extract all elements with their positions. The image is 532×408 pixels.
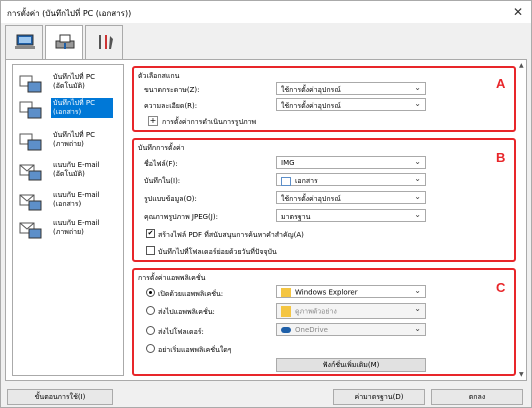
content-panel: บันทึกไปที่ PC (อัตโนมัติ) บันทึกไปที่ P… — [5, 59, 527, 381]
sidebar-item-label: แนบกับ E-mail (เอกสาร) — [53, 191, 100, 208]
filename-value: IMG — [281, 159, 295, 167]
tab-scan-from-operation-panel[interactable] — [45, 25, 83, 60]
paper-size-value: ใช้การตั้งค่าอุปกรณ์ — [281, 86, 341, 94]
scroll-down-icon[interactable]: ▼ — [519, 371, 524, 378]
scanner-icon — [55, 34, 75, 49]
paper-size-label: ขนาดกระดาษ(Z): — [144, 86, 200, 94]
send-app-value: ดูภาพตัวอย่าง — [295, 307, 337, 316]
resolution-label: ความละเอียด(R): — [144, 102, 198, 110]
email-auto-icon — [19, 164, 42, 181]
scrollbar[interactable]: ▲ ▼ — [518, 62, 526, 378]
document-folder-icon — [281, 176, 291, 186]
chevron-down-icon: ⌄ — [414, 83, 421, 92]
email-photo-icon — [19, 222, 42, 239]
marker-a: A — [496, 76, 506, 91]
preview-app-icon — [281, 306, 291, 317]
subfolder-checkbox[interactable] — [146, 246, 155, 255]
send-folder-label: ส่งไปโฟลเดอร์: — [158, 328, 204, 336]
send-folder-select[interactable]: OneDrive ⌄ — [276, 323, 426, 336]
chevron-down-icon: ⌄ — [414, 99, 421, 108]
chevron-down-icon: ⌄ — [414, 174, 421, 183]
jpeg-quality-select[interactable]: มาตรฐาน ⌄ — [276, 209, 426, 222]
jpeg-quality-label: คุณภาพรูปภาพ JPEG(J): — [144, 213, 218, 221]
sidebar-item-label: แนบกับ E-mail (ภาพถ่าย) — [53, 219, 100, 236]
open-app-select[interactable]: Windows Explorer ⌄ — [276, 285, 426, 298]
folder-icon — [281, 288, 291, 297]
resolution-select[interactable]: ใช้การตั้งค่าอุปกรณ์ ⌄ — [276, 98, 426, 111]
resolution-value: ใช้การตั้งค่าอุปกรณ์ — [281, 102, 341, 110]
chevron-down-icon: ⌄ — [414, 304, 421, 313]
send-folder-value: OneDrive — [295, 326, 328, 334]
scan-options-title: ตัวเลือกสแกน — [138, 72, 180, 80]
sidebar-item-label: บันทึกไปที่ PC (เอกสาร) — [51, 98, 113, 118]
open-app-label: เปิดด้วยแอพพลิเคชั่น: — [158, 290, 224, 298]
data-format-select[interactable]: ใช้การตั้งค่าอุปกรณ์ ⌄ — [276, 191, 426, 204]
paper-size-select[interactable]: ใช้การตั้งค่าอุปกรณ์ ⌄ — [276, 82, 426, 95]
expand-plus-icon[interactable]: + — [148, 116, 158, 126]
save-in-value: เอกสาร — [295, 177, 318, 185]
image-processing-label[interactable]: การตั้งค่าการดำเนินการรูปภาพ — [162, 117, 256, 128]
pdf-keyword-checkbox[interactable]: ✔ — [146, 229, 155, 238]
open-app-value: Windows Explorer — [295, 288, 358, 297]
cloud-icon — [281, 327, 291, 333]
scroll-up-icon[interactable]: ▲ — [519, 62, 524, 69]
chevron-down-icon: ⌄ — [414, 210, 421, 219]
sidebar-item-label: บันทึกไปที่ PC (อัตโนมัติ) — [53, 73, 95, 90]
instructions-button[interactable]: ขั้นตอนการใช้(I) — [7, 389, 113, 405]
settings-panel: ตัวเลือกสแกน A ขนาดกระดาษ(Z): ใช้การตั้ง… — [130, 64, 516, 380]
sidebar-item-save-pc-document[interactable]: บันทึกไปที่ PC (เอกสาร) — [15, 95, 121, 129]
window-title: การตั้งค่า (บันทึกไปที่ PC (เอกสาร)) — [7, 9, 132, 18]
defaults-button[interactable]: ค่ามาตรฐาน(D) — [333, 389, 425, 405]
data-format-label: รูปแบบข้อมูล(O): — [144, 195, 197, 203]
save-settings-title: บันทึกการตั้งค่า — [138, 144, 185, 152]
sidebar-item-save-pc-photo[interactable]: บันทึกไปที่ PC (ภาพถ่าย) — [15, 127, 121, 161]
sidebar-item-email-photo[interactable]: แนบกับ E-mail (ภาพถ่าย) — [15, 215, 121, 249]
send-app-label: ส่งไปแอพพลิเคชั่น: — [158, 308, 215, 316]
subfolder-label: บันทึกไปที่โฟลเดอร์ย่อยด้วยวันที่ปัจจุบั… — [158, 248, 277, 256]
settings-window: การตั้งค่า (บันทึกไปที่ PC (เอกสาร)) ✕ บ… — [0, 0, 532, 408]
email-document-icon — [19, 194, 42, 211]
ok-button[interactable]: ตกลง — [431, 389, 523, 405]
tab-scan-from-computer[interactable] — [5, 25, 43, 59]
no-app-radio[interactable] — [146, 344, 155, 353]
jpeg-quality-value: มาตรฐาน — [281, 213, 311, 221]
computer-scan-icon — [15, 34, 35, 49]
send-folder-radio[interactable] — [146, 326, 155, 335]
marker-c: C — [496, 280, 506, 295]
pdf-keyword-label: สร้างไฟล์ PDF ที่สนับสนุนการค้นหาคำสำคัญ… — [158, 231, 304, 239]
chevron-down-icon: ⌄ — [414, 192, 421, 201]
chevron-down-icon: ⌄ — [414, 157, 421, 166]
tools-icon — [99, 35, 113, 49]
send-app-radio[interactable] — [146, 306, 155, 315]
save-in-select[interactable]: เอกสาร ⌄ — [276, 173, 426, 186]
chevron-down-icon: ⌄ — [414, 324, 421, 333]
sidebar: บันทึกไปที่ PC (อัตโนมัติ) บันทึกไปที่ P… — [12, 64, 124, 376]
save-pc-document-icon — [19, 101, 42, 119]
sidebar-item-label: บันทึกไปที่ PC (ภาพถ่าย) — [53, 131, 95, 148]
tab-general-settings[interactable] — [85, 25, 123, 59]
open-app-radio[interactable] — [146, 288, 155, 297]
app-settings-title: การตั้งค่าแอพพลิเคชั่น — [138, 274, 206, 282]
sidebar-item-email-auto[interactable]: แนบกับ E-mail (อัตโนมัติ) — [15, 157, 121, 191]
marker-b: B — [496, 150, 506, 165]
sidebar-item-label: แนบกับ E-mail (อัตโนมัติ) — [53, 161, 100, 178]
chevron-down-icon: ⌄ — [414, 286, 421, 295]
save-pc-photo-icon — [19, 133, 42, 151]
no-app-label: อย่าเริ่มแอพพลิเคชั่นใดๆ — [158, 346, 232, 354]
close-icon[interactable]: ✕ — [513, 5, 523, 19]
save-in-label: บันทึกใน(I): — [144, 177, 181, 185]
filename-input[interactable]: IMG ⌄ — [276, 156, 426, 169]
data-format-value: ใช้การตั้งค่าอุปกรณ์ — [281, 195, 341, 203]
filename-label: ชื่อไฟล์(F): — [144, 160, 178, 168]
more-functions-button[interactable]: ฟังก์ชั่นเพิ่มเติม(M) — [276, 358, 426, 372]
save-pc-auto-icon — [19, 75, 42, 93]
send-app-select[interactable]: ดูภาพตัวอย่าง ⌄ — [276, 303, 426, 319]
title-bar: การตั้งค่า (บันทึกไปที่ PC (เอกสาร)) ✕ — [1, 1, 531, 23]
